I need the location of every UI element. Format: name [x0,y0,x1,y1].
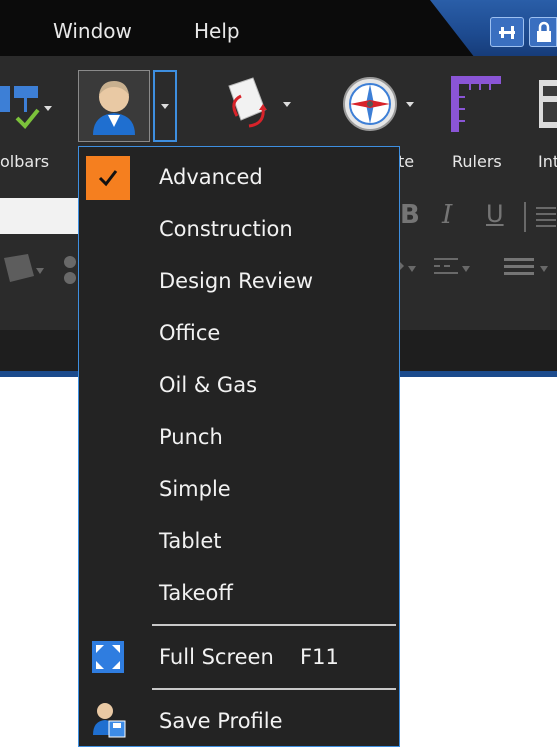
underline-button[interactable]: U [486,200,504,228]
italic-button[interactable]: I [442,200,452,230]
font-textbox[interactable] [0,198,80,234]
menu-item-label: Tablet [159,529,222,553]
full-screen-item[interactable]: Full Screen F11 [79,631,399,681]
menu-separator [152,624,396,626]
rulers-label: Rulers [452,152,502,171]
lock-button[interactable] [529,17,557,47]
menu-item-label: Construction [159,217,293,241]
pin-button[interactable] [490,17,524,47]
shape-tools [0,248,80,292]
format-toolbar: B I U [400,196,557,236]
chevron-down-icon [283,102,291,107]
checkmark-icon [86,156,130,200]
full-screen-label: Full Screen [159,645,274,669]
menu-help[interactable]: Help [194,19,240,43]
chevron-down-icon [161,104,169,109]
full-screen-icon [92,641,124,673]
profile-item-construction[interactable]: Construction [79,203,399,253]
menu-window[interactable]: Window [53,19,132,43]
chevron-down-icon [44,106,52,111]
profile-item-office[interactable]: Office [79,307,399,357]
align-left-icon[interactable] [534,204,556,230]
user-profile-icon [93,81,135,135]
save-profile-label: Save Profile [159,709,283,733]
menu-item-label: Oil & Gas [159,373,258,397]
rulers-button[interactable] [447,72,507,134]
save-profile-item[interactable]: Save Profile [79,695,399,745]
line-tools [400,252,557,292]
menu-item-label: Office [159,321,221,345]
toolbars-icon [0,86,40,129]
document-button[interactable] [219,72,299,132]
profile-dropdown-button[interactable] [153,70,177,142]
menu-item-label: Punch [159,425,223,449]
profile-item-advanced[interactable]: Advanced [79,151,399,201]
menu-item-label: Advanced [159,165,263,189]
compass-icon [343,77,397,131]
navigate-label: te [398,152,415,171]
save-profile-icon [93,703,126,738]
menu-separator [152,688,396,690]
profile-item-takeoff[interactable]: Takeoff [79,567,399,617]
full-screen-shortcut: F11 [300,645,339,669]
pin-icon [499,26,515,39]
toolbars-button[interactable] [0,78,52,140]
profiles-dropdown-menu: Advanced Construction Design Review Offi… [78,146,400,747]
profile-item-oil-gas[interactable]: Oil & Gas [79,359,399,409]
menu-item-label: Design Review [159,269,314,293]
bold-button[interactable]: B [400,200,420,230]
profile-button[interactable] [78,70,150,142]
line-style-icon[interactable] [400,252,557,292]
toolbar-divider [524,202,526,232]
lock-icon [537,21,551,42]
menu-item-label: Takeoff [159,581,233,605]
profile-item-punch[interactable]: Punch [79,411,399,461]
info-panel-icon [539,80,557,128]
profile-item-design-review[interactable]: Design Review [79,255,399,305]
shapes-icon[interactable] [0,248,80,292]
menu-item-label: Simple [159,477,231,501]
toolbars-label: olbars [0,152,50,171]
profile-item-tablet[interactable]: Tablet [79,515,399,565]
info-label: Int [538,152,557,171]
profile-item-simple[interactable]: Simple [79,463,399,513]
ruler-icon [451,76,501,132]
chevron-down-icon [406,102,414,107]
info-button[interactable] [537,76,557,132]
navigate-button[interactable] [340,72,420,132]
